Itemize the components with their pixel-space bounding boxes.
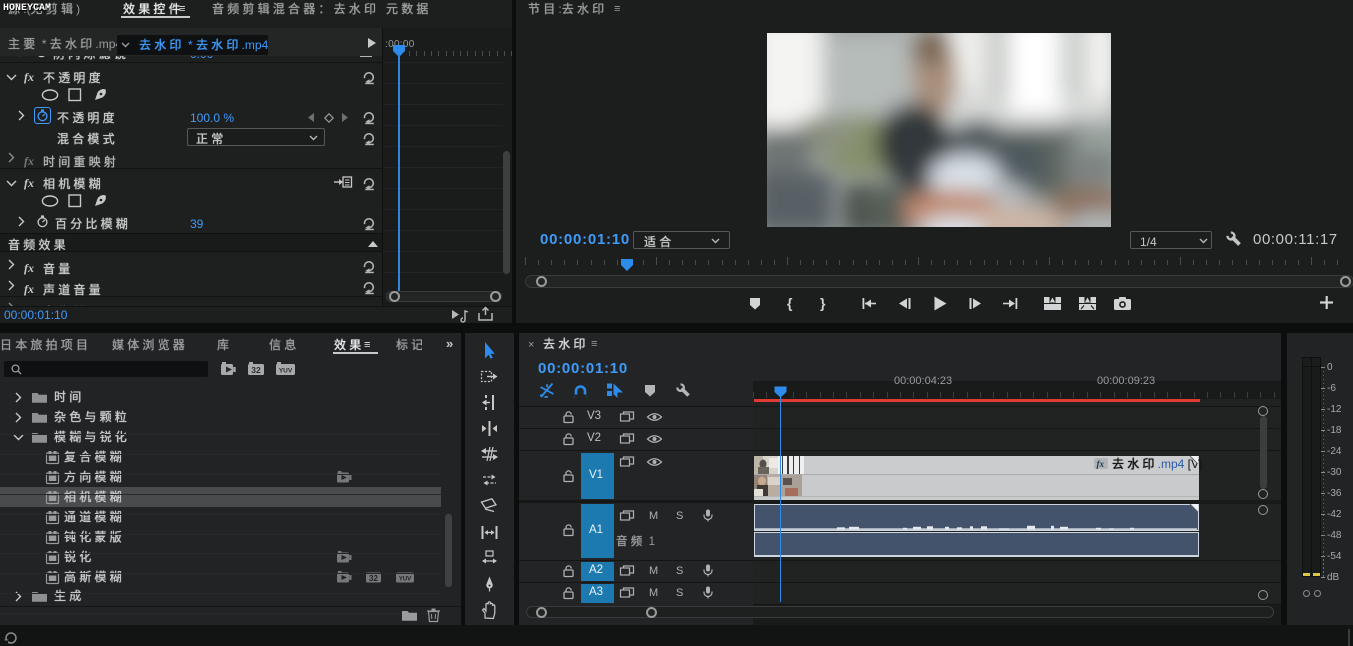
svg-text:32: 32 — [369, 574, 378, 583]
svg-text:YUV: YUV — [279, 368, 293, 375]
svg-text:YUV: YUV — [399, 576, 411, 582]
svg-text:32: 32 — [251, 365, 261, 375]
